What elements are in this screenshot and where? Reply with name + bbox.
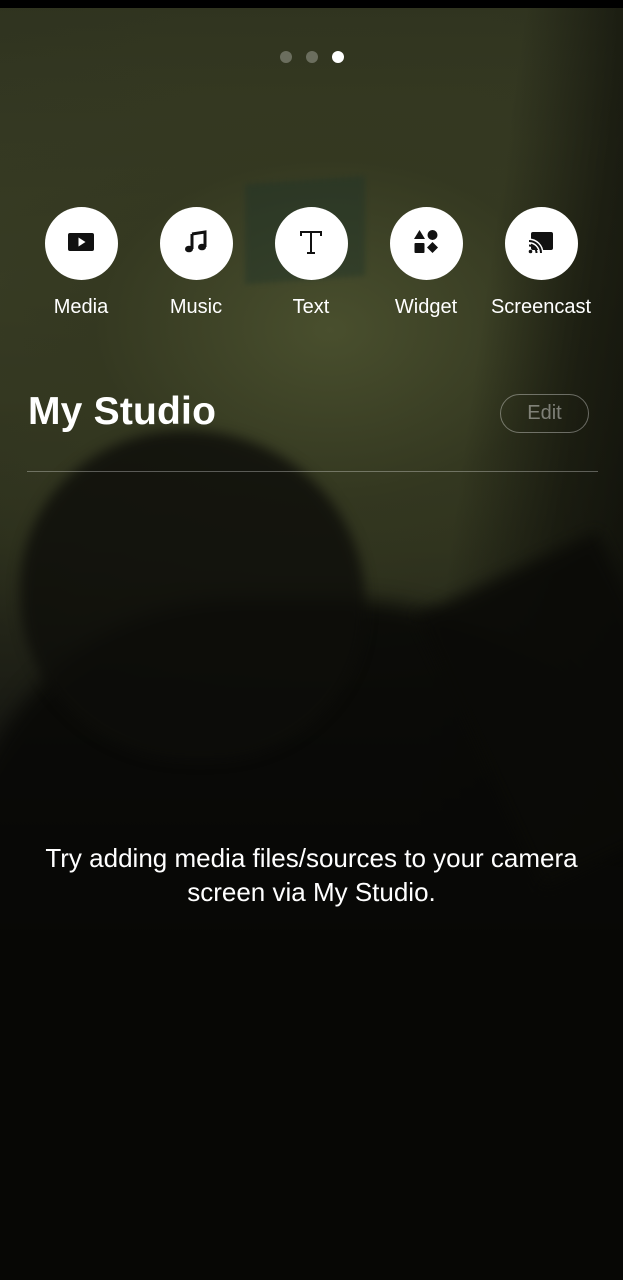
empty-state-message: Try adding media files/sources to your c… [45, 843, 578, 907]
widget-shortcut[interactable]: Widget [369, 207, 484, 319]
shapes-icon [411, 227, 441, 261]
media-label: Media [53, 296, 109, 318]
music-button[interactable] [159, 207, 233, 280]
studio-shortcuts: Media Music Text Widget Screencast [0, 207, 623, 327]
text-button[interactable] [274, 207, 348, 280]
page-dot-2[interactable] [305, 51, 318, 63]
my-studio-title: My Studio [28, 390, 217, 433]
camera-preview-background [0, 0, 623, 1280]
screencast-label: Screencast [490, 296, 592, 318]
media-shortcut[interactable]: Media [24, 207, 139, 319]
widget-button[interactable] [389, 207, 463, 280]
music-label: Music [169, 296, 223, 318]
music-note-icon [181, 227, 211, 261]
page-indicator [0, 51, 623, 63]
play-box-icon [66, 227, 96, 261]
widget-label: Widget [394, 296, 458, 318]
text-label: Text [292, 296, 330, 318]
music-shortcut[interactable]: Music [139, 207, 254, 319]
page-dot-1[interactable] [279, 51, 292, 63]
section-divider [27, 471, 598, 472]
screencast-button[interactable] [504, 207, 578, 280]
media-button[interactable] [44, 207, 118, 280]
background-person-head [20, 430, 365, 760]
text-shortcut[interactable]: Text [254, 207, 369, 319]
edit-button[interactable]: Edit [500, 394, 589, 433]
status-bar [0, 0, 623, 8]
cast-icon [526, 227, 556, 261]
page-dot-3-active[interactable] [331, 51, 344, 63]
screencast-shortcut[interactable]: Screencast [484, 207, 599, 319]
text-t-icon [296, 227, 326, 261]
